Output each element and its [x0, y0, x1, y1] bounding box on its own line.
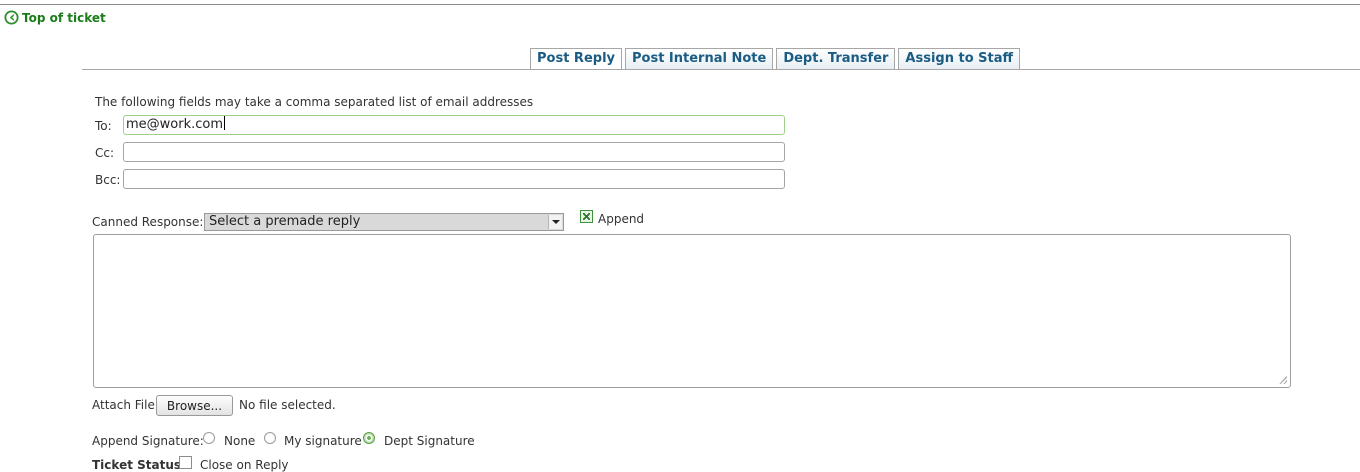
signature-dept-label: Dept Signature: [384, 434, 475, 448]
ticket-status-label: Ticket Status:: [92, 458, 186, 472]
response-textarea[interactable]: [93, 234, 1291, 388]
resize-grip-icon[interactable]: [1279, 376, 1287, 384]
append-label: Append: [598, 212, 645, 226]
signature-mine-radio[interactable]: [264, 432, 276, 444]
top-of-ticket-label: Top of ticket: [22, 10, 106, 25]
signature-none-label: None: [224, 434, 256, 448]
append-signature-label: Append Signature:: [92, 434, 204, 448]
to-field-value: me@work.com: [126, 117, 224, 132]
tabs-divider: [82, 69, 1360, 70]
canned-response-selected: Select a premade reply: [209, 214, 361, 229]
tab-assign-to-staff[interactable]: Assign to Staff: [898, 48, 1021, 69]
close-on-reply-checkbox[interactable]: [179, 456, 192, 469]
cc-label: Cc:: [95, 146, 115, 160]
canned-response-label: Canned Response:: [92, 215, 204, 229]
top-of-ticket-link[interactable]: Top of ticket: [4, 10, 106, 25]
append-checkbox[interactable]: [580, 209, 593, 223]
reply-tabs: Post Reply Post Internal Note Dept. Tran…: [530, 48, 1021, 70]
attach-file-label: Attach File:: [92, 398, 159, 412]
signature-dept-radio[interactable]: [363, 432, 375, 444]
bcc-field[interactable]: [123, 169, 785, 189]
no-file-status: No file selected.: [239, 398, 336, 412]
to-field[interactable]: me@work.com: [123, 115, 785, 135]
to-label: To:: [95, 119, 112, 133]
text-caret: [224, 116, 226, 130]
canned-response-select[interactable]: Select a premade reply: [204, 213, 564, 231]
chevron-down-icon: [548, 215, 562, 229]
tab-post-reply[interactable]: Post Reply: [530, 48, 622, 70]
circle-arrow-left-icon: [4, 10, 19, 25]
signature-none-radio[interactable]: [203, 432, 215, 444]
close-on-reply-label: Close on Reply: [200, 458, 289, 472]
append-option: Append: [580, 209, 645, 226]
browse-button[interactable]: Browse...: [156, 395, 233, 416]
bcc-label: Bcc:: [95, 173, 121, 187]
tab-post-internal-note[interactable]: Post Internal Note: [625, 48, 774, 69]
signature-mine-label: My signature: [284, 434, 362, 448]
tab-dept-transfer[interactable]: Dept. Transfer: [776, 48, 896, 69]
cc-field[interactable]: [123, 142, 785, 162]
email-fields-hint: The following fields may take a comma se…: [95, 95, 534, 109]
top-divider: [0, 4, 1360, 5]
